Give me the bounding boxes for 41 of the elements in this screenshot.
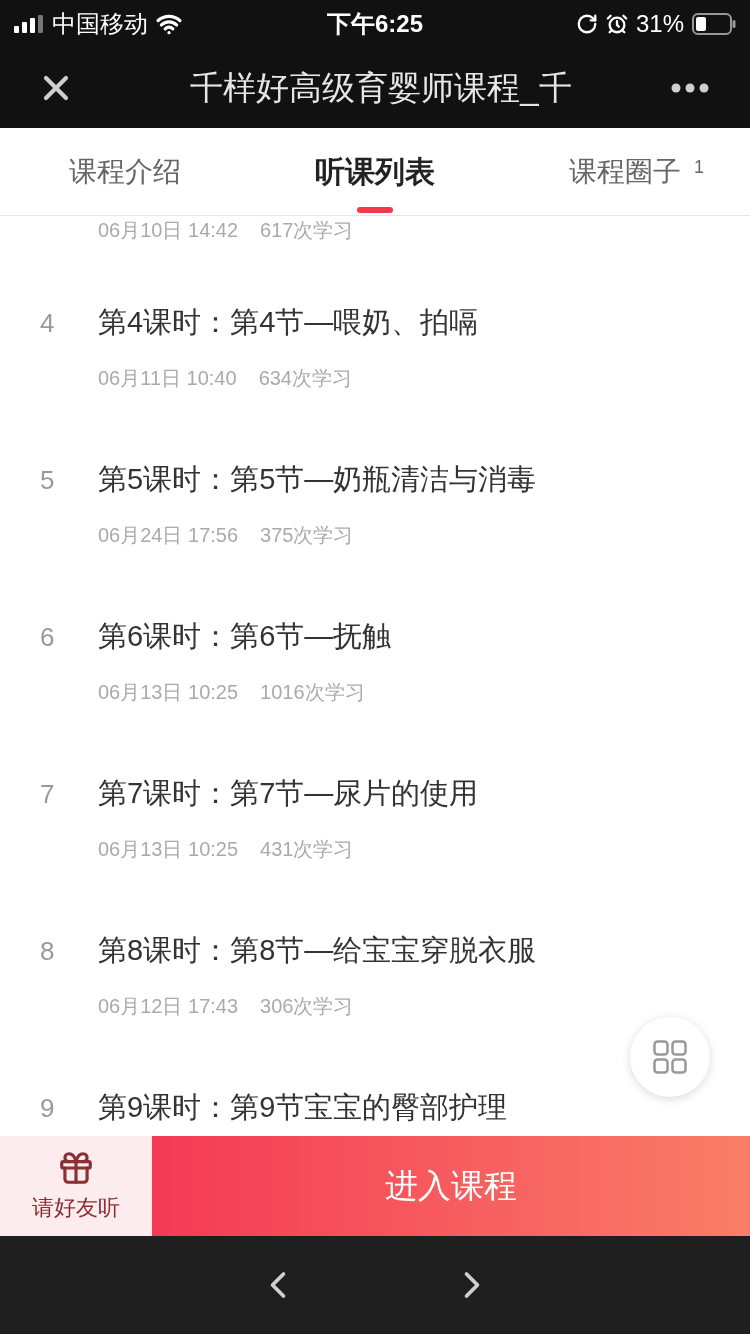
lesson-number: 5 <box>40 463 56 497</box>
more-icon <box>671 83 709 93</box>
rotation-lock-icon <box>575 13 598 35</box>
lesson-date: 06月12日 17:43 <box>98 994 239 1019</box>
lesson-views: 634次学习 <box>258 366 352 391</box>
page-title: 千样好高级育婴师课程_千 <box>190 68 572 109</box>
menu-grid-button[interactable] <box>630 1017 710 1097</box>
tab[interactable]: 听课列表 <box>250 128 500 215</box>
invite-friend-button[interactable]: 请好友听 <box>0 1136 152 1236</box>
lesson-date: 06月13日 10:25 <box>98 837 239 862</box>
signal-icon <box>14 15 44 33</box>
lesson-date: 06月24日 17:56 <box>98 523 239 548</box>
lesson-number: 6 <box>40 620 56 654</box>
lesson-views: 617次学习 <box>260 218 354 243</box>
grid-icon <box>653 1040 687 1074</box>
lesson-date: 06月11日 10:40 <box>98 366 237 391</box>
lesson-number: 7 <box>40 777 56 811</box>
status-time: 下午6:25 <box>326 10 423 37</box>
lesson-title[interactable]: 第8课时：第8节—给宝宝穿脱衣服 <box>98 929 537 973</box>
lesson-views: 306次学习 <box>260 994 354 1019</box>
tab-indicator <box>357 207 393 213</box>
lesson-number: 4 <box>40 306 56 340</box>
tab-count: 1 <box>694 156 704 179</box>
lesson-title[interactable]: 第6课时：第6节—抚触 <box>98 615 392 659</box>
lesson-date: 06月13日 10:25 <box>98 680 239 705</box>
alarm-icon <box>605 13 628 35</box>
lesson-number: 9 <box>40 1091 56 1125</box>
lesson-views: 431次学习 <box>260 837 354 862</box>
lesson-views: 375次学习 <box>260 523 354 548</box>
carrier-name: 中国移动 <box>52 9 148 39</box>
lesson-title[interactable]: 第9课时：第9节宝宝的臀部护理 <box>98 1086 508 1130</box>
lesson-views: 1016次学习 <box>260 680 365 705</box>
tab[interactable]: 课程介绍 <box>0 128 250 215</box>
battery-icon <box>692 13 736 35</box>
lesson-title[interactable]: 第4课时：第4节—喂奶、拍嗝 <box>98 301 479 345</box>
tab[interactable]: 课程圈子 1 <box>500 128 750 215</box>
lesson-number: 8 <box>40 934 56 968</box>
lesson-date: 06月10日 14:42 <box>98 218 239 243</box>
lesson-title[interactable]: 第5课时：第5节—奶瓶清洁与消毒 <box>98 458 537 502</box>
battery-percent: 31% <box>635 9 684 39</box>
lesson-title[interactable]: 第7课时：第7节—尿片的使用 <box>98 772 479 816</box>
